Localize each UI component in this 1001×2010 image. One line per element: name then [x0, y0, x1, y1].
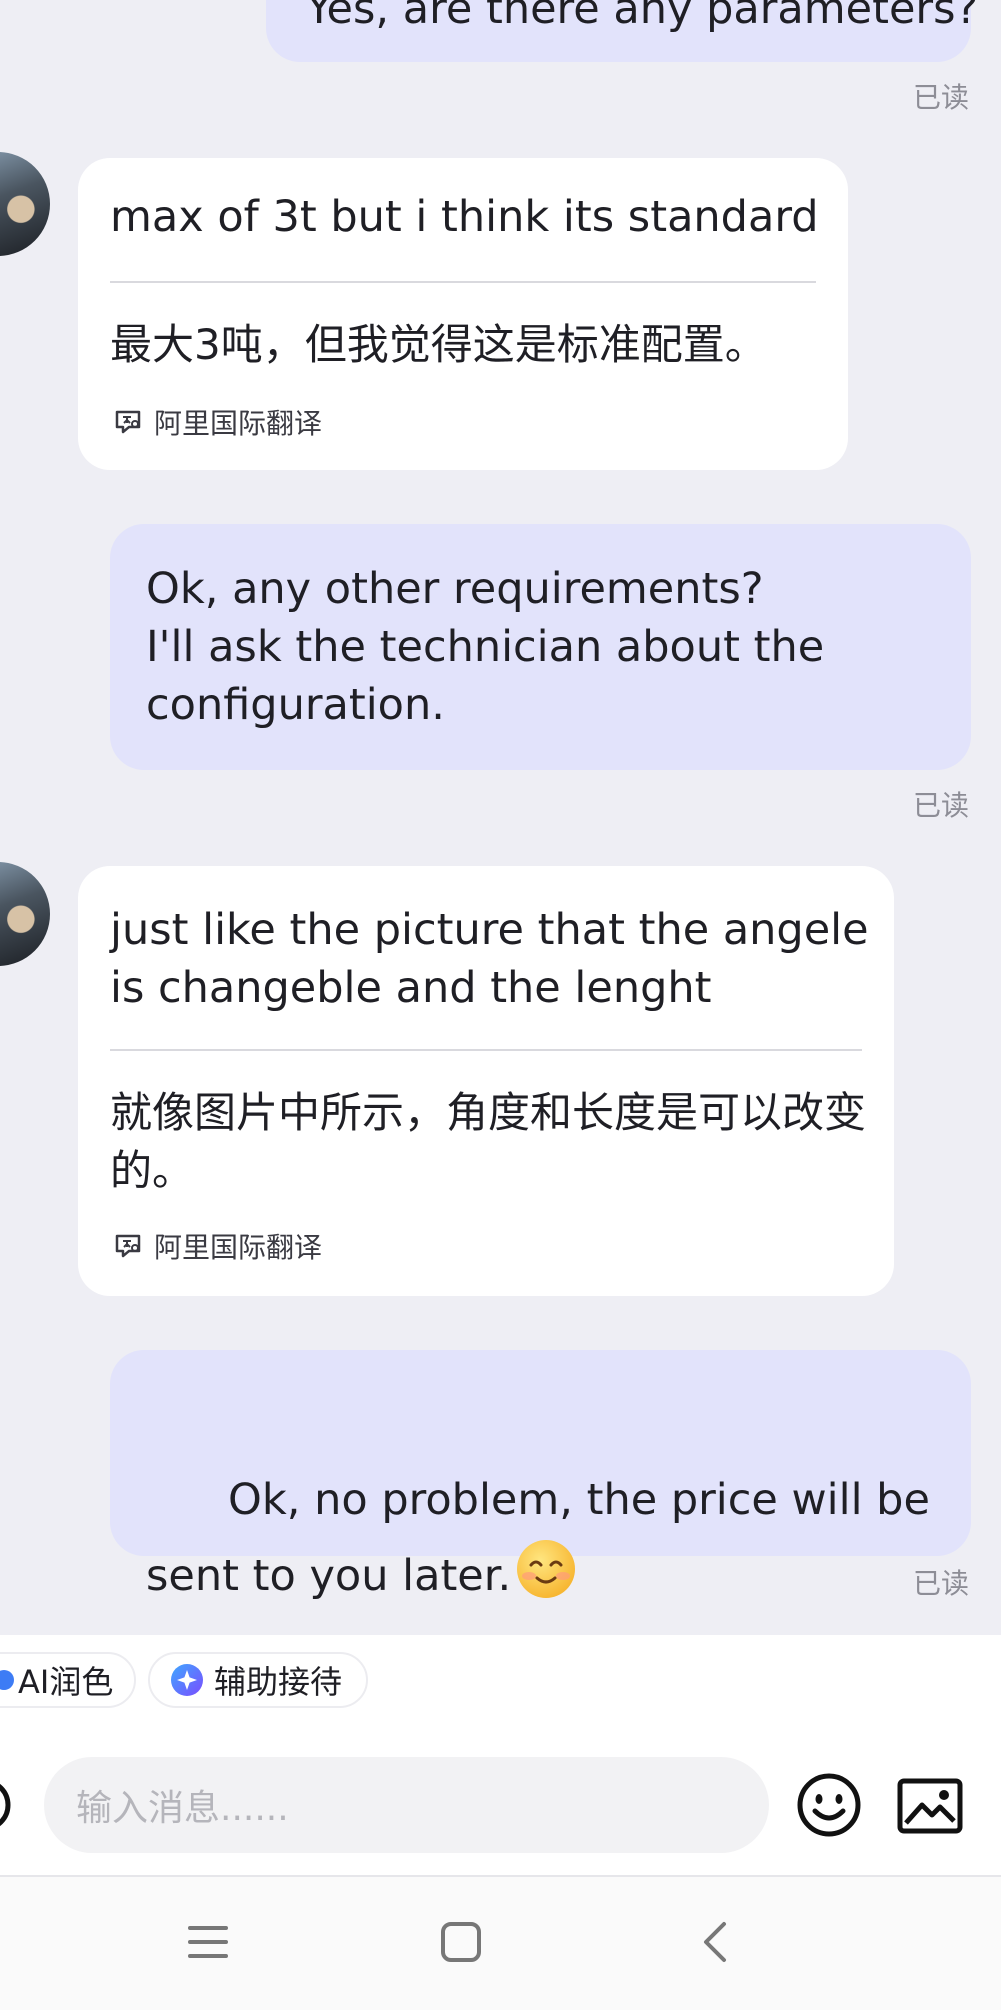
home-icon[interactable]	[440, 1921, 482, 1963]
assist-reception-chip[interactable]: 辅助接待	[148, 1652, 368, 1708]
message-text: Yes, are there any parameters?	[306, 0, 979, 34]
menu-icon[interactable]	[186, 1922, 230, 1962]
avatar[interactable]	[0, 862, 50, 966]
translate-icon	[115, 1234, 141, 1258]
smiling-face-icon	[517, 1540, 576, 1598]
ai-polish-chip[interactable]: AI润色	[0, 1652, 136, 1708]
assist-label: 辅助接待	[214, 1663, 343, 1701]
outgoing-message[interactable]: Yes, are there any parameters?	[266, 0, 979, 62]
message-input[interactable]: 输入消息......	[44, 1757, 769, 1853]
translate-icon	[115, 410, 141, 434]
incoming-message[interactable]: just like the picture that the angele is…	[78, 866, 894, 1296]
read-receipt: 已读	[912, 1567, 969, 1600]
emoji-icon[interactable]	[796, 1772, 862, 1838]
outgoing-message[interactable]: Ok, no problem, the price will be sent t…	[110, 1350, 971, 1601]
assist-icon	[171, 1664, 203, 1696]
translation-source: 阿里国际翻译	[114, 402, 322, 442]
read-receipt: 已读	[912, 789, 969, 822]
translation-source: 阿里国际翻译	[114, 1226, 322, 1266]
translation-source-label: 阿里国际翻译	[154, 407, 323, 440]
translation-divider	[110, 1049, 862, 1051]
translation-text: 就像图片中所示，角度和长度是可以改变的。	[110, 1088, 867, 1195]
chat-area[interactable]: Yes, are there any parameters? 已读 max of…	[0, 0, 1001, 1635]
voice-icon[interactable]	[0, 1775, 14, 1835]
incoming-message[interactable]: max of 3t but i think its standard 最大3吨，…	[78, 158, 848, 470]
composer-toolbar: AI润色 辅助接待 输入消息......	[0, 1635, 1001, 1875]
image-icon[interactable]	[896, 1777, 964, 1835]
avatar[interactable]	[0, 152, 50, 256]
message-text: Ok, any other requirements? I'll ask the…	[146, 564, 825, 730]
translation-text: 最大3吨，但我觉得这是标准配置。	[110, 320, 767, 369]
ai-polish-label: AI润色	[18, 1663, 114, 1701]
back-icon[interactable]	[700, 1920, 730, 1964]
message-input-placeholder: 输入消息......	[76, 1788, 289, 1829]
translation-divider	[110, 281, 816, 283]
outgoing-message[interactable]: Ok, any other requirements? I'll ask the…	[110, 524, 971, 770]
message-text: just like the picture that the angele is…	[110, 905, 883, 1013]
message-text: Ok, no problem, the price will be sent t…	[146, 1386, 946, 1635]
ai-polish-icon	[0, 1670, 14, 1690]
translation-source-label: 阿里国际翻译	[154, 1231, 323, 1264]
message-text: max of 3t but i think its standard	[110, 192, 819, 242]
system-navigation-bar	[0, 1875, 1001, 2010]
read-receipt: 已读	[912, 81, 969, 114]
